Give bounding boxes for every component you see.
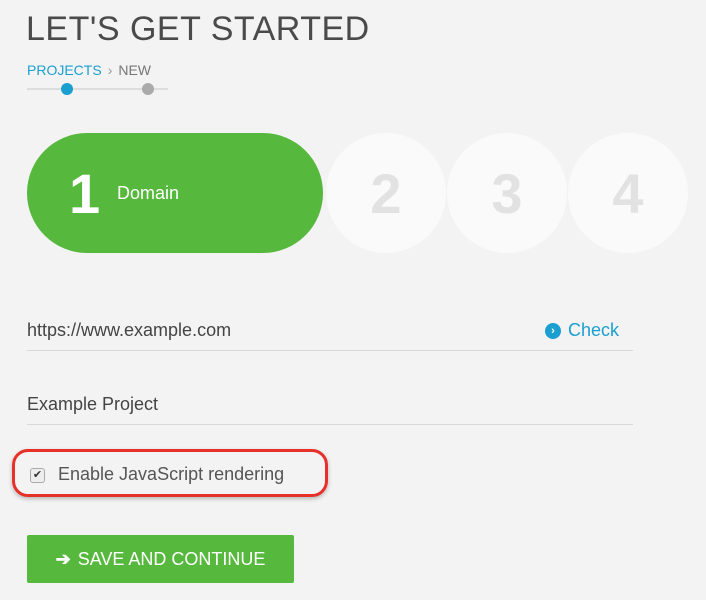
step-number: 1 <box>69 162 101 225</box>
domain-input-value: https://www.example.com <box>27 320 232 340</box>
save-and-continue-button[interactable]: ➔ SAVE AND CONTINUE <box>27 535 294 583</box>
step-1-domain[interactable]: 1 Domain <box>27 133 323 253</box>
project-name-value: Example Project <box>27 394 159 414</box>
progress-dot-active <box>61 83 73 95</box>
project-name-input[interactable]: Example Project <box>27 388 633 425</box>
step-label: Domain <box>117 183 180 203</box>
breadcrumb: PROJECTS › NEW <box>27 62 151 78</box>
step-3[interactable]: 3 <box>447 133 567 253</box>
save-button-label: SAVE AND CONTINUE <box>77 548 266 569</box>
step-2[interactable]: 2 <box>326 133 446 253</box>
step-4[interactable]: 4 <box>568 133 688 253</box>
arrow-right-icon: ➔ <box>55 548 71 569</box>
check-label: Check <box>567 320 619 340</box>
js-rendering-label[interactable]: Enable JavaScript rendering <box>58 464 284 485</box>
chevron-right-icon: › <box>107 62 113 78</box>
breadcrumb-current: NEW <box>118 62 152 78</box>
check-button[interactable]: › Check <box>544 320 619 341</box>
progress-dot-inactive <box>142 83 154 95</box>
page-title: LET'S GET STARTED <box>26 10 370 48</box>
js-rendering-checkbox[interactable]: ✔ <box>30 468 45 483</box>
progress-track <box>27 83 168 95</box>
chevron-circle-right-icon: › <box>544 322 561 339</box>
domain-input[interactable]: https://www.example.com › Check <box>27 314 633 351</box>
breadcrumb-projects-link[interactable]: PROJECTS <box>27 62 102 78</box>
